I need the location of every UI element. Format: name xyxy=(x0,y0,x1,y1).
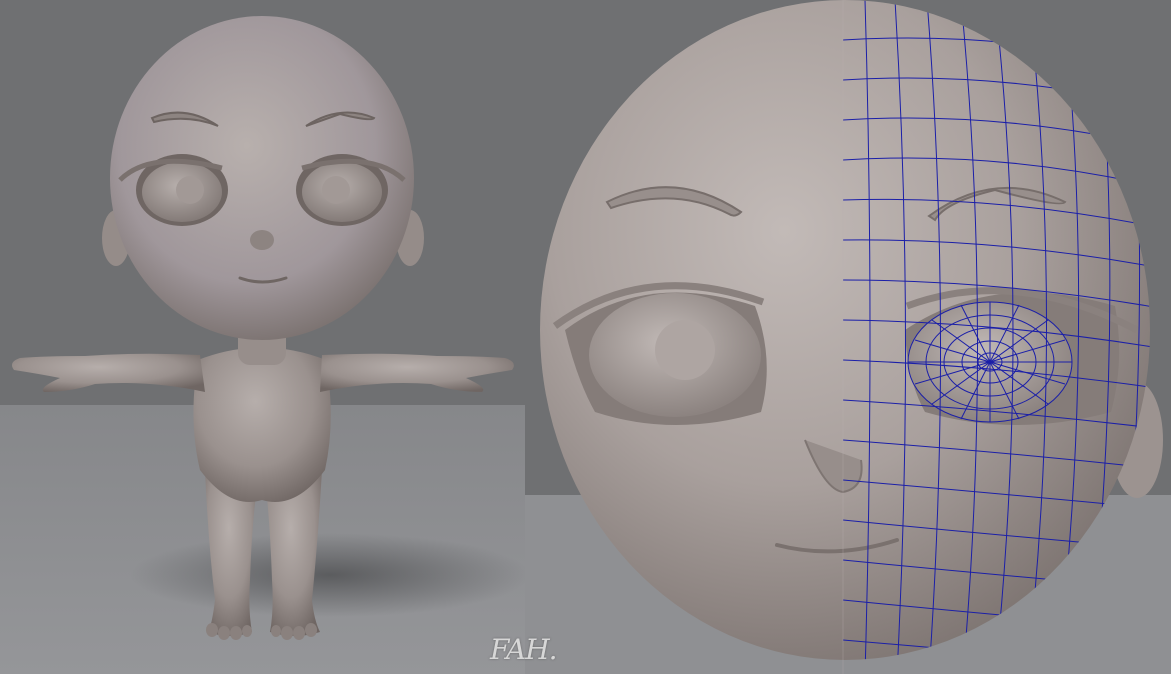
full-body-panel xyxy=(0,0,525,674)
head-closeup-render xyxy=(525,0,1171,674)
eye-wireframe xyxy=(907,301,1073,423)
full-body-render xyxy=(0,0,525,674)
floor-shadow xyxy=(130,533,525,617)
nose xyxy=(250,230,274,250)
render-sheet: FAH. xyxy=(0,0,1171,674)
watermark-logo: FAH. xyxy=(490,633,558,666)
head-closeup-panel xyxy=(525,0,1171,674)
torso xyxy=(193,347,331,502)
